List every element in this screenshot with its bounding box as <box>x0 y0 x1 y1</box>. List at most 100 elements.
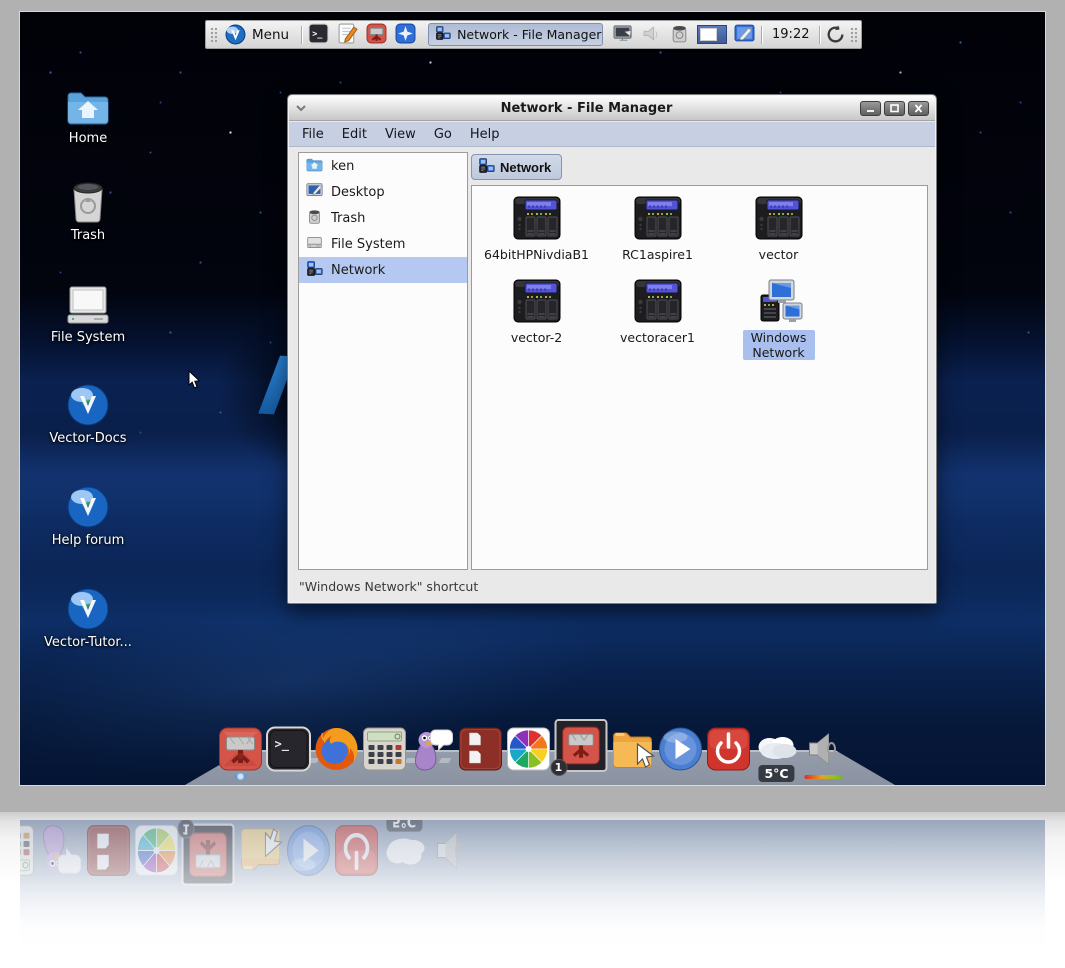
trash-can-icon <box>36 175 140 223</box>
places-sidebar: ken DesktopTrash File System Network <box>298 152 468 570</box>
panel-drag-handle[interactable] <box>210 27 217 43</box>
home-folder-icon <box>36 78 140 126</box>
sidebar-item-trash[interactable]: Trash <box>299 205 467 231</box>
sidebar-item-label: ken <box>331 159 354 174</box>
text-editor-launcher[interactable] <box>335 22 360 47</box>
tray-mixer-muted[interactable] <box>639 22 664 47</box>
window-titlebar[interactable]: Network - File Manager <box>289 96 935 121</box>
package-manager-launcher[interactable] <box>364 22 389 47</box>
sidebar-item-label: Network <box>331 263 385 278</box>
sidebar-item-desktop[interactable]: Desktop <box>299 179 467 205</box>
dock-item-pidgin[interactable] <box>409 726 456 772</box>
close-button[interactable] <box>908 101 929 116</box>
menu-go[interactable]: Go <box>425 124 461 145</box>
window-task-icon <box>182 823 235 886</box>
panel-drag-handle[interactable] <box>850 27 857 43</box>
image-viewer-icon <box>133 823 179 877</box>
nas-server-icon <box>755 196 803 244</box>
desktop-icon-label: Vector-Tutor... <box>36 635 140 650</box>
file-windows-network[interactable]: Windows Network <box>718 279 839 362</box>
file-label: RC1aspire1 <box>619 247 696 262</box>
file-manager-icon <box>610 726 656 772</box>
dock-item-power[interactable] <box>705 726 752 772</box>
desktop-icon-label: Vector-Docs <box>36 431 140 446</box>
dock-item-image-viewer[interactable] <box>505 726 552 772</box>
media-player-icon <box>658 726 704 772</box>
desktop-icon-file-system[interactable]: File System <box>36 277 140 345</box>
monitor-frame: Menu >_ Network - File Manager 19:22 Hom… <box>0 0 1065 812</box>
image-viewer-icon <box>506 726 552 772</box>
shade-chevron-icon[interactable] <box>295 104 313 112</box>
minimize-button[interactable] <box>860 101 881 116</box>
file-label: 64bitHPNivdiaB1 <box>481 247 592 262</box>
file-vectoracer1[interactable]: vectoracer1 <box>597 279 718 362</box>
desktop-icon-label: Trash <box>36 228 140 243</box>
tray-display-share[interactable] <box>611 22 636 47</box>
package-manager-icon <box>366 23 387 47</box>
dock-item-window-task: 1 <box>181 823 236 886</box>
screenshot-icon <box>734 23 755 47</box>
dock-item-media-player <box>285 823 332 877</box>
sidebar-item-label: File System <box>331 237 405 252</box>
window-list-label: Network - File Manager <box>457 27 601 42</box>
vectorlinux-logo-icon <box>225 24 246 45</box>
dock-item-file-manager[interactable] <box>609 726 656 772</box>
file-vector-2[interactable]: vector-2 <box>476 279 597 362</box>
dock-item-firefox[interactable] <box>313 726 360 772</box>
desktop-icon-label: File System <box>36 330 140 345</box>
sidebar-item-ken[interactable]: ken <box>299 153 467 179</box>
dock-item-calculator[interactable] <box>361 726 408 772</box>
trash-small-icon <box>306 208 323 229</box>
media-player-icon <box>285 823 331 877</box>
sidebar-item-file-system[interactable]: File System <box>299 231 467 257</box>
terminal-launcher[interactable]: >_ <box>306 22 331 47</box>
file-label: vectoracer1 <box>617 330 698 345</box>
window-list-button[interactable]: Network - File Manager <box>428 23 603 46</box>
pidgin-icon <box>410 726 456 772</box>
sidebar-item-network[interactable]: Network <box>299 257 467 283</box>
badge: 5°C <box>758 765 794 782</box>
file-64bithpnivdiab1[interactable]: 64bitHPNivdiaB1 <box>476 196 597 279</box>
control-center-launcher[interactable] <box>393 22 418 47</box>
desktop-icon-vector-tutor-[interactable]: Vector-Tutor... <box>36 582 140 650</box>
file-manager-icon <box>237 823 283 877</box>
trash-icon <box>669 23 690 47</box>
desktop-icon-home[interactable]: Home <box>36 78 140 146</box>
desktop-icon-vector-docs[interactable]: Vector-Docs <box>36 378 140 446</box>
menu-edit[interactable]: Edit <box>333 124 376 145</box>
running-indicator <box>235 773 246 780</box>
file-icon-view[interactable]: 64bitHPNivdiaB1 RC1aspire1 vector vector-2 v… <box>471 185 928 570</box>
dock-item-window-task[interactable]: 1 <box>553 719 608 772</box>
path-button-network[interactable]: Network <box>471 154 562 180</box>
dock-item-volume[interactable] <box>801 726 848 772</box>
display-share-icon <box>613 23 634 47</box>
hard-drive-icon <box>306 234 323 255</box>
session-refresh-button[interactable] <box>824 22 846 47</box>
dock-item-weather[interactable]: 5°C <box>753 726 800 772</box>
menu-help[interactable]: Help <box>461 124 509 145</box>
desktop-icon-trash[interactable]: Trash <box>36 175 140 243</box>
file-rc1aspire1[interactable]: RC1aspire1 <box>597 196 718 279</box>
menu-view[interactable]: View <box>376 124 425 145</box>
dock-item-package-tool[interactable] <box>217 726 264 772</box>
window-title: Network - File Manager <box>313 101 860 116</box>
file-vector[interactable]: vector <box>718 196 839 279</box>
dock-item-terminal[interactable]: >_ <box>265 726 312 772</box>
menu-file[interactable]: File <box>293 124 333 145</box>
dock-item-documents[interactable] <box>457 726 504 772</box>
vector-orb-icon <box>36 582 140 630</box>
tray-workspace-pager[interactable] <box>695 22 729 47</box>
applications-menu-button[interactable]: Menu <box>221 22 297 47</box>
dock-item-volume <box>429 823 476 877</box>
status-bar: "Windows Network" shortcut <box>289 571 935 602</box>
package-tool-icon <box>218 726 264 772</box>
tray-trash[interactable] <box>667 22 692 47</box>
dock-item-media-player[interactable] <box>657 726 704 772</box>
maximize-button[interactable] <box>884 101 905 116</box>
documents-icon <box>85 823 131 877</box>
file-manager-window: Network - File Manager FileEditViewGoHel… <box>287 94 937 604</box>
desktop-icon-help-forum[interactable]: Help forum <box>36 480 140 548</box>
tray-screenshot[interactable] <box>732 22 757 47</box>
network-computers-icon <box>306 260 323 281</box>
windows-network-icon <box>755 279 803 327</box>
